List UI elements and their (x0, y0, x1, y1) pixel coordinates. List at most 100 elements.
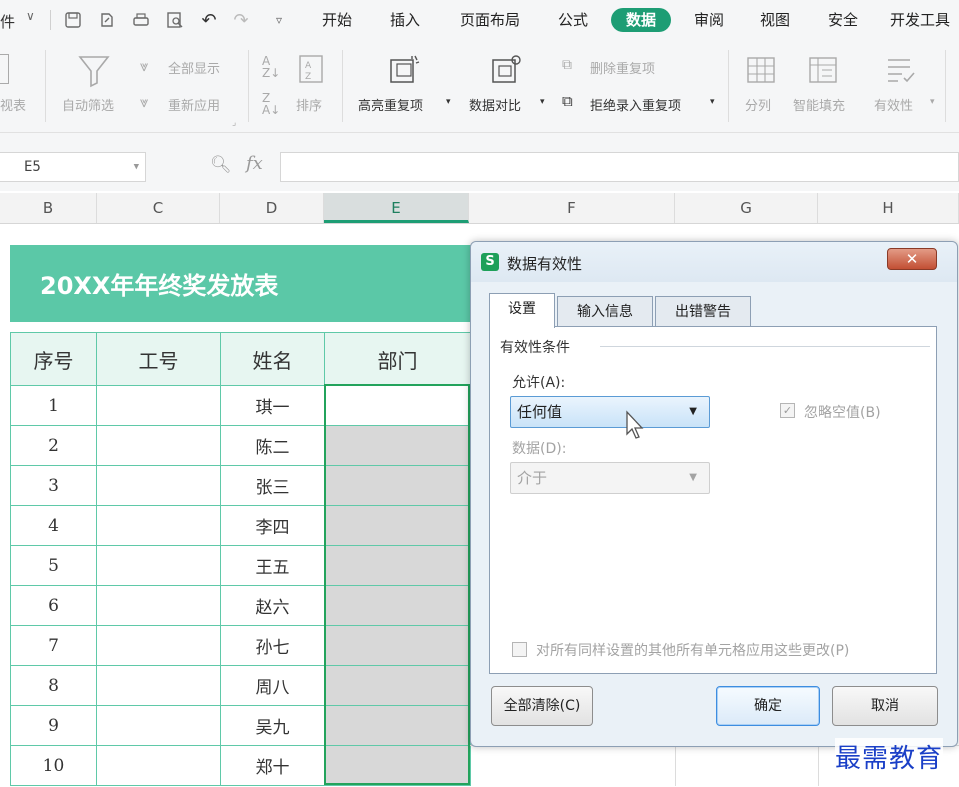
data-operator-select[interactable]: 介于 ▼ (510, 462, 710, 494)
apply-to-all-checkbox[interactable] (512, 642, 527, 657)
filter-icon[interactable] (78, 54, 110, 88)
column-header-d[interactable]: D (220, 193, 324, 223)
reject-duplicates-dropdown-icon[interactable]: ▾ (710, 97, 715, 107)
cell-department[interactable] (324, 545, 471, 586)
cell-name[interactable]: 陈二 (220, 425, 325, 466)
cell-no[interactable]: 3 (10, 465, 97, 506)
sort-custom-icon[interactable]: AZ (298, 54, 324, 84)
cell-no[interactable]: 7 (10, 625, 97, 666)
cell-name[interactable]: 李四 (220, 505, 325, 546)
data-compare-dropdown-icon[interactable]: ▾ (540, 97, 545, 107)
column-header-c[interactable]: C (97, 193, 220, 223)
show-all-filter-icon[interactable]: ⩔ (140, 57, 148, 75)
insert-function-icon[interactable]: fx (246, 153, 263, 174)
column-header-h[interactable]: H (818, 193, 959, 223)
reject-duplicates-button[interactable]: 拒绝录入重复项 (590, 95, 681, 114)
tab-developer[interactable]: 开发工具 (890, 8, 959, 32)
formula-input[interactable] (280, 152, 959, 182)
dialog-title-bar[interactable]: S 数据有效性 ✕ (471, 242, 957, 282)
highlight-duplicates-icon[interactable] (388, 54, 422, 86)
cell-department[interactable] (324, 425, 471, 466)
cell-employee-id[interactable] (96, 385, 221, 426)
cell-department[interactable] (324, 625, 471, 666)
delete-duplicates-icon[interactable]: ⧉ (562, 57, 572, 73)
sort-ascending-icon[interactable]: A Z↓ (262, 55, 280, 79)
column-header-g[interactable]: G (675, 193, 818, 223)
split-columns-button[interactable]: 分列 (745, 95, 771, 114)
cell-department[interactable] (324, 745, 471, 786)
cell-name[interactable]: 赵六 (220, 585, 325, 626)
header-department[interactable]: 部门 (324, 332, 471, 386)
save-icon[interactable] (62, 9, 84, 31)
ok-button[interactable]: 确定 (716, 686, 820, 726)
header-name[interactable]: 姓名 (220, 332, 325, 386)
smart-fill-button[interactable]: 智能填充 (793, 95, 845, 114)
close-icon[interactable]: ✕ (887, 248, 937, 270)
pivot-table-label[interactable]: 视表 (0, 95, 26, 114)
cell-no[interactable]: 9 (10, 705, 97, 746)
column-header-b[interactable]: B (0, 193, 97, 223)
cell-no[interactable]: 10 (10, 745, 97, 786)
tab-insert[interactable]: 插入 (380, 8, 430, 32)
file-menu[interactable]: 件 (0, 11, 15, 32)
chevron-down-icon[interactable]: ▼ (689, 397, 697, 427)
sort-button[interactable]: 排序 (296, 95, 322, 114)
cell-name[interactable]: 周八 (220, 665, 325, 706)
cell-employee-id[interactable] (96, 545, 221, 586)
cell-department[interactable] (324, 585, 471, 626)
cell-name[interactable]: 张三 (220, 465, 325, 506)
pivot-table-icon[interactable] (0, 54, 9, 84)
autofilter-button[interactable]: 自动筛选 (62, 95, 114, 114)
zoom-search-icon[interactable]: 🔍︎ (210, 155, 232, 175)
cell-department[interactable] (324, 705, 471, 746)
chevron-down-icon[interactable]: ▼ (689, 463, 697, 493)
validity-button[interactable]: 有效性 (874, 95, 913, 114)
data-compare-button[interactable]: 数据对比 (469, 95, 521, 114)
print-preview-icon[interactable] (164, 9, 186, 31)
cell-department[interactable] (324, 665, 471, 706)
tab-error-alert[interactable]: 出错警告 (655, 296, 751, 327)
tab-home[interactable]: 开始 (312, 8, 362, 32)
cell-department[interactable] (324, 465, 471, 506)
tab-data[interactable]: 数据 (611, 8, 671, 32)
tab-settings[interactable]: 设置 (489, 293, 555, 328)
ignore-blank-checkbox[interactable]: ✓ (780, 403, 795, 418)
tab-view[interactable]: 视图 (750, 8, 800, 32)
cell-no[interactable]: 8 (10, 665, 97, 706)
cell-no[interactable]: 6 (10, 585, 97, 626)
name-box-dropdown-icon[interactable]: ▼ (134, 153, 139, 181)
cell-no[interactable]: 5 (10, 545, 97, 586)
data-compare-icon[interactable] (490, 54, 524, 86)
cell-employee-id[interactable] (96, 425, 221, 466)
reapply-filter-icon[interactable]: ⩔ (140, 93, 148, 111)
redo-icon[interactable]: ↷ (230, 9, 252, 31)
tab-page-layout[interactable]: 页面布局 (450, 8, 530, 32)
reapply-button[interactable]: 重新应用 (168, 95, 220, 114)
cell-employee-id[interactable] (96, 465, 221, 506)
column-header-f[interactable]: F (469, 193, 675, 223)
sort-descending-icon[interactable]: Z A↓ (262, 92, 280, 116)
cell-name[interactable]: 吴九 (220, 705, 325, 746)
print-icon[interactable] (130, 9, 152, 31)
header-no[interactable]: 序号 (10, 332, 97, 386)
cell-no[interactable]: 2 (10, 425, 97, 466)
smart-fill-icon[interactable] (808, 56, 838, 84)
tab-security[interactable]: 安全 (818, 8, 868, 32)
column-header-e[interactable]: E (324, 193, 469, 223)
cell-no[interactable]: 1 (10, 385, 97, 426)
cell-employee-id[interactable] (96, 585, 221, 626)
highlight-duplicates-button[interactable]: 高亮重复项 (358, 95, 423, 114)
cell-department[interactable] (324, 385, 471, 426)
reject-duplicates-icon[interactable]: ⧉ (562, 92, 573, 110)
cell-employee-id[interactable] (96, 505, 221, 546)
cell-name[interactable]: 琪一 (220, 385, 325, 426)
undo-icon[interactable]: ↶ (198, 9, 220, 31)
filter-options-launcher-icon[interactable]: ⌟ (232, 118, 236, 128)
delete-duplicates-button[interactable]: 删除重复项 (590, 58, 655, 77)
clear-all-button[interactable]: 全部清除(C) (491, 686, 593, 726)
cell-employee-id[interactable] (96, 745, 221, 786)
export-icon[interactable] (96, 9, 118, 31)
cell-department[interactable] (324, 505, 471, 546)
tab-formulas[interactable]: 公式 (548, 8, 598, 32)
cell-employee-id[interactable] (96, 665, 221, 706)
